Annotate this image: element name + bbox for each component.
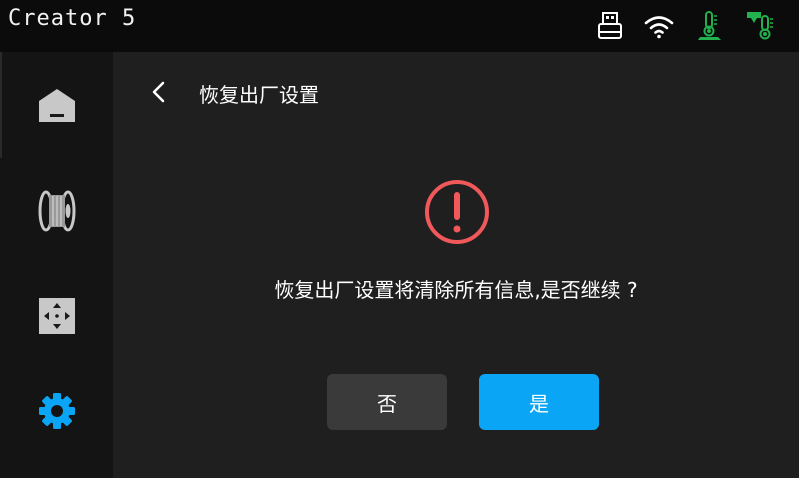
printer-screen: Creator 5 恢复出厂设置 恢复出厂设置将清除所有信息,是否继续 ? 否 … xyxy=(0,0,799,478)
filament-icon xyxy=(38,190,75,232)
usb-icon xyxy=(594,10,626,42)
home-icon xyxy=(38,89,75,122)
no-button[interactable]: 否 xyxy=(327,374,447,430)
nozzle-temperature-icon xyxy=(745,10,777,42)
yes-button[interactable]: 是 xyxy=(479,374,599,430)
sidebar-item-move[interactable] xyxy=(0,266,113,366)
sidebar-edge xyxy=(0,52,2,158)
chamber-temperature-icon xyxy=(694,10,726,42)
warning-icon xyxy=(423,178,491,246)
sidebar xyxy=(0,52,113,478)
back-button[interactable] xyxy=(141,74,177,110)
main-panel: 恢复出厂设置 恢复出厂设置将清除所有信息,是否继续 ? 否 是 xyxy=(113,52,799,478)
app-title: Creator 5 xyxy=(8,6,137,31)
sidebar-item-filament[interactable] xyxy=(0,161,113,261)
confirm-message: 恢复出厂设置将清除所有信息,是否继续 ? xyxy=(274,278,638,302)
sidebar-item-settings[interactable] xyxy=(0,361,113,461)
chevron-left-icon xyxy=(152,81,165,103)
page-title: 恢复出厂设置 xyxy=(199,83,319,107)
wifi-icon xyxy=(643,10,675,42)
status-bar: Creator 5 xyxy=(0,0,799,52)
move-icon xyxy=(38,298,75,334)
sidebar-item-home[interactable] xyxy=(0,56,113,156)
settings-gear-icon xyxy=(38,393,75,429)
